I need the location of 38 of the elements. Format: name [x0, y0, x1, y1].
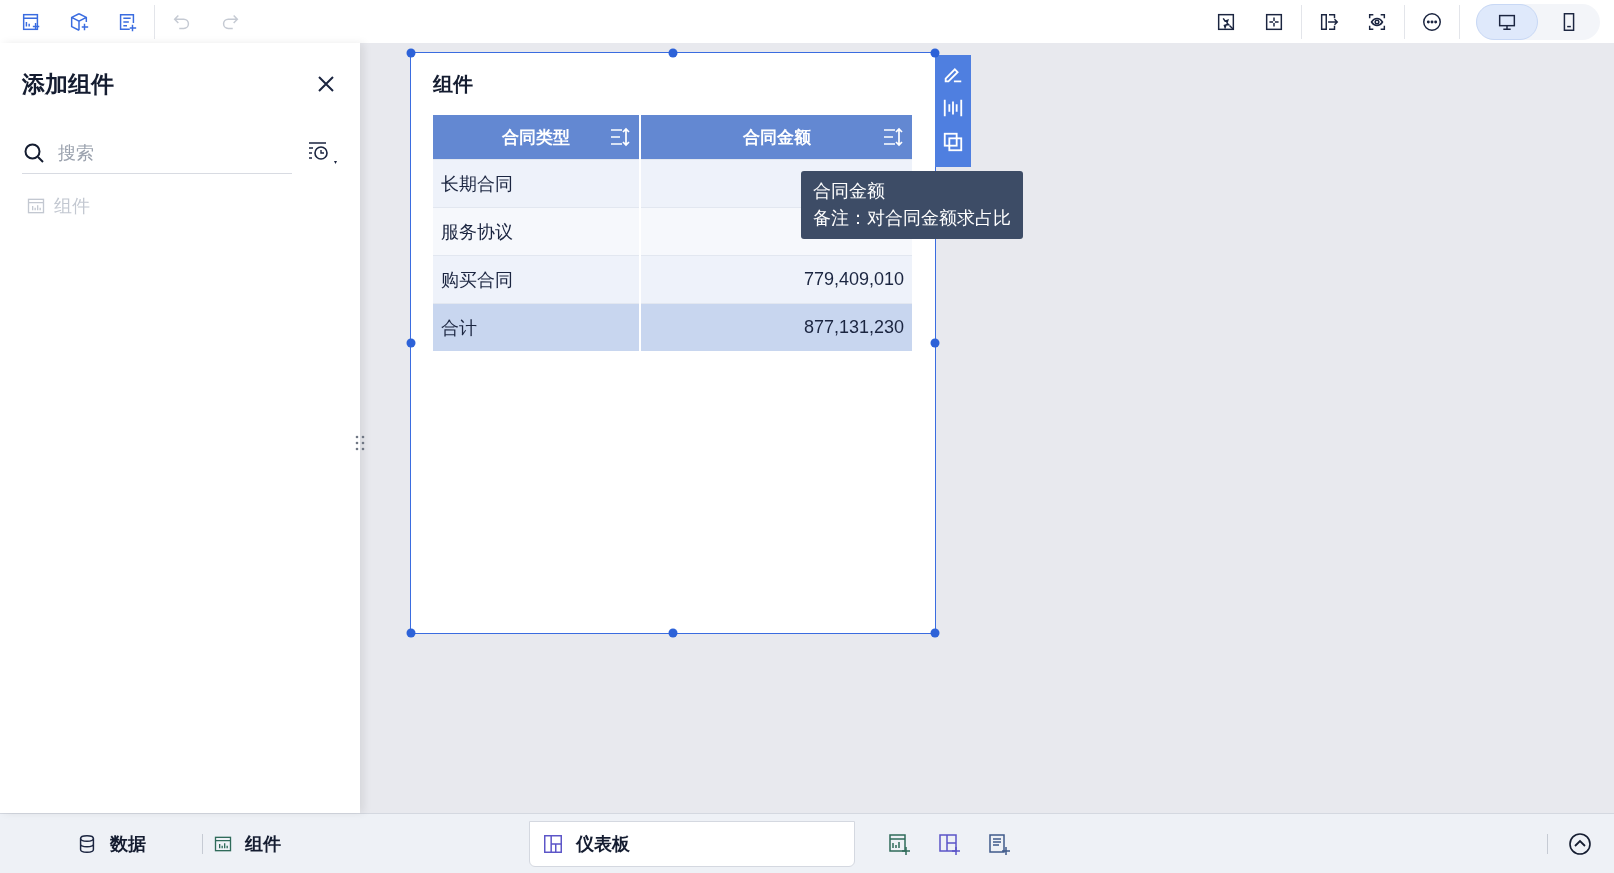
resize-handle[interactable] — [668, 628, 678, 638]
add-cube-icon[interactable] — [68, 10, 90, 33]
column-header: 合同金额 — [742, 126, 811, 149]
sort-icon[interactable] — [609, 126, 631, 148]
desktop-view-button[interactable] — [1476, 3, 1538, 40]
table-cell: 长期合同 — [433, 159, 639, 207]
chart-icon — [26, 196, 46, 216]
resize-handle[interactable] — [930, 338, 940, 348]
panel-title: 添加组件 — [22, 69, 114, 99]
table-cell: 购买合同 — [433, 255, 639, 303]
add-report-icon[interactable] — [987, 831, 1011, 856]
resize-handle[interactable] — [930, 628, 940, 638]
bottom-tab[interactable]: 组件 — [202, 833, 293, 854]
resize-handle[interactable] — [406, 338, 416, 348]
resize-handle[interactable] — [668, 48, 678, 58]
resize-handle[interactable] — [406, 48, 416, 58]
align-button[interactable] — [942, 97, 964, 119]
card-title: 组件 — [433, 71, 474, 97]
more-icon[interactable] — [1421, 10, 1443, 33]
table-cell: 877,131,230 — [641, 303, 912, 351]
resize-handle[interactable] — [406, 628, 416, 638]
layout-icon — [542, 832, 564, 855]
table-cell: 服务协议 — [433, 207, 639, 255]
sort-icon[interactable] — [882, 126, 904, 148]
tooltip-note: 备注：对合同金额求占比 — [813, 207, 1011, 230]
search-field[interactable]: 搜索 — [56, 141, 292, 165]
add-layout-icon[interactable] — [937, 831, 961, 856]
copy-button[interactable] — [942, 131, 964, 153]
table-cell: 合计 — [433, 303, 639, 351]
bottom-tab[interactable]: 仪表板 — [529, 820, 855, 867]
collapse-up-icon[interactable] — [1568, 831, 1592, 856]
table-cell: 779,409,010 — [641, 255, 912, 303]
tooltip-title: 合同金额 — [813, 180, 886, 203]
bottom-tab[interactable]: 数据 — [64, 820, 158, 867]
column-header: 合同类型 — [502, 126, 570, 149]
resize-handle[interactable] — [930, 48, 940, 58]
search-icon — [22, 141, 46, 165]
add-chart-icon[interactable] — [887, 831, 911, 856]
